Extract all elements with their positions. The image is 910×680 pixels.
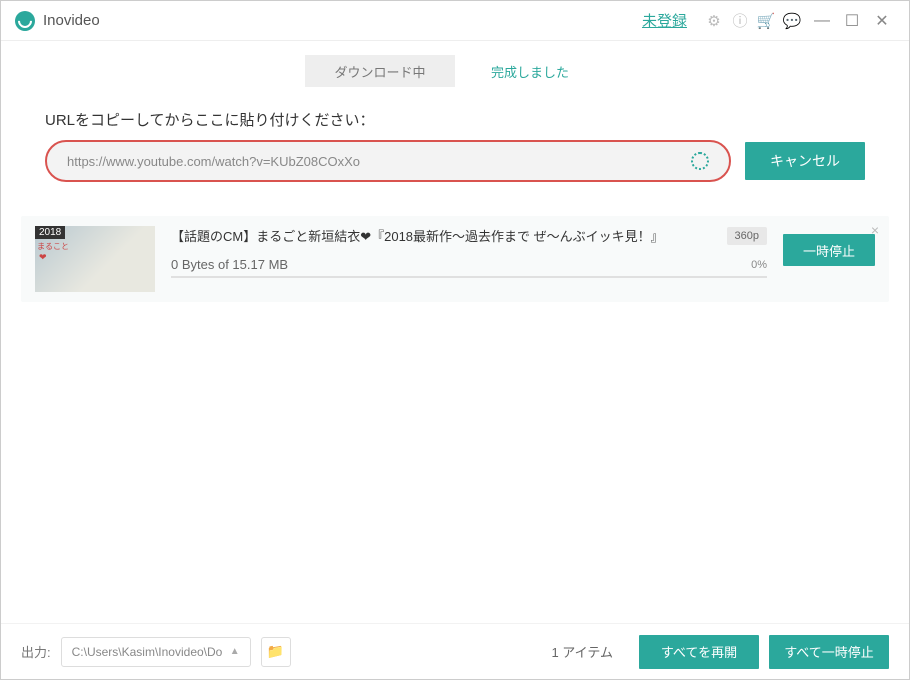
thumb-year-badge: 2018 [35,226,65,239]
progress-bar [171,276,767,278]
item-details: 【話題のCM】まるごと新垣結衣❤『2018最新作～過去作まで ぜ～んぶイッキ見！… [171,226,767,292]
url-input[interactable] [67,154,691,169]
loading-spinner-icon [691,152,709,170]
titlebar: Inovideo 未登録 ⚙ ⓘ 🛒 💬 — ☐ ✕ [1,1,909,41]
cancel-button[interactable]: キャンセル [745,142,865,180]
url-label: URLをコピーしてからここに貼り付けください： [45,109,865,130]
tabs: ダウンロード中 完成しました [1,41,909,101]
info-icon[interactable]: ⓘ [730,11,750,31]
item-title: 【話題のCM】まるごと新垣結衣❤『2018最新作～過去作まで ぜ～んぶイッキ見！… [171,226,715,245]
login-link[interactable]: 未登録 [642,10,687,31]
thumbnail: 2018 まること ❤ [35,226,155,292]
url-section: URLをコピーしてからここに貼り付けください： キャンセル [1,101,909,198]
tab-downloading[interactable]: ダウンロード中 [305,55,455,87]
cart-icon[interactable]: 🛒 [756,11,776,31]
output-label: 出力: [21,642,51,661]
pause-button[interactable]: 一時停止 [783,234,875,266]
close-button[interactable]: ✕ [869,8,895,34]
gear-icon[interactable]: ⚙ [704,11,724,31]
app-logo-icon [15,11,35,31]
resume-all-button[interactable]: すべてを再開 [639,635,759,669]
output-path-dropdown[interactable]: C:\Users\Kasim\Inovideo\Do ▲ [61,637,251,667]
maximize-button[interactable]: ☐ [839,8,865,34]
progress-percent: 0% [751,259,767,271]
chat-icon[interactable]: 💬 [782,11,802,31]
open-folder-button[interactable]: 📁 [261,637,291,667]
app-name: Inovideo [43,12,100,29]
pause-all-button[interactable]: すべて一時停止 [769,635,889,669]
progress-text: 0 Bytes of 15.17 MB [171,257,737,272]
logo: Inovideo [15,11,100,31]
item-count: 1 アイテム [551,642,613,661]
chevron-up-icon: ▲ [230,646,240,657]
remove-item-button[interactable]: × [871,222,879,238]
heart-icon: ❤ [39,252,155,263]
tab-completed[interactable]: 完成しました [455,55,605,87]
thumb-subtitle: まること [37,241,155,252]
quality-badge: 360p [727,227,767,245]
minimize-button[interactable]: — [809,8,835,34]
output-path-text: C:\Users\Kasim\Inovideo\Do [72,645,223,659]
footer: 出力: C:\Users\Kasim\Inovideo\Do ▲ 📁 1 アイテ… [1,623,909,679]
download-item: × 2018 まること ❤ 【話題のCM】まるごと新垣結衣❤『2018最新作～過… [21,216,889,302]
url-input-box [45,140,731,182]
